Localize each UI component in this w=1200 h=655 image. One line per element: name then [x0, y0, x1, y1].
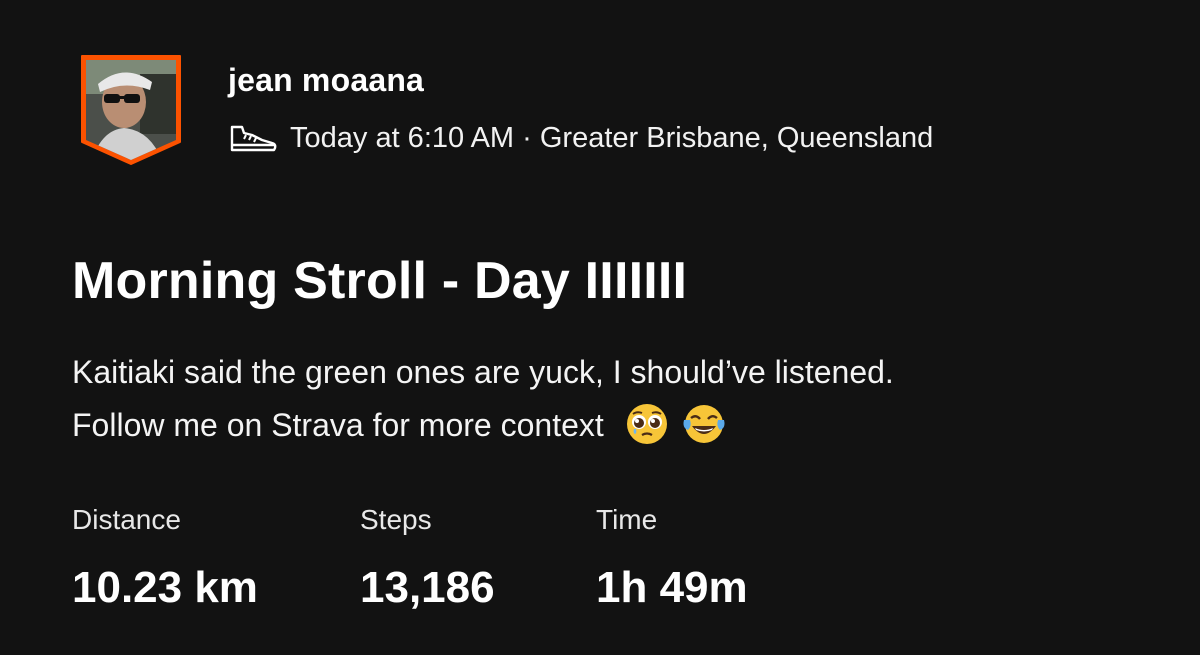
- description-line-1: Kaitiaki said the green ones are yuck, I…: [72, 354, 894, 390]
- activity-description: Kaitiaki said the green ones are yuck, I…: [72, 346, 1152, 452]
- stat-label: Steps: [360, 504, 432, 535]
- user-info: jean moaana Today at 6:10 AM · Greater B…: [228, 54, 933, 156]
- activity-meta: Today at 6:10 AM · Greater Brisbane, Que…: [228, 120, 933, 156]
- description-line-2-text: Follow me on Strava for more context: [72, 407, 604, 443]
- activity-header: jean moaana Today at 6:10 AM · Greater B…: [80, 54, 933, 166]
- stat-value: 13,186: [360, 563, 495, 612]
- description-line-2: Follow me on Strava for more context: [72, 399, 1152, 452]
- avatar[interactable]: [80, 54, 182, 166]
- stat-time: Time 1h 49m: [596, 500, 816, 616]
- activity-stats: Distance 10.23 km Steps 13,186 Time 1h 4…: [72, 500, 816, 616]
- stat-value: 10.23 km: [72, 563, 258, 612]
- stat-label: Distance: [72, 504, 181, 535]
- activity-title[interactable]: Morning Stroll - Day IIIIIII: [72, 246, 687, 316]
- athlete-name[interactable]: jean moaana: [228, 60, 933, 100]
- activity-location: Greater Brisbane, Queensland: [539, 122, 934, 154]
- stat-value: 1h 49m: [596, 563, 748, 612]
- tears-of-joy-icon: [683, 405, 725, 443]
- stat-steps: Steps 13,186: [360, 500, 596, 616]
- pleading-face-icon: [626, 404, 667, 444]
- stat-label: Time: [596, 504, 658, 535]
- activity-timestamp: Today at 6:10 AM: [290, 122, 515, 154]
- walking-shoe-icon: [230, 125, 277, 152]
- meta-separator: ·: [514, 122, 540, 154]
- stat-distance: Distance 10.23 km: [72, 500, 360, 616]
